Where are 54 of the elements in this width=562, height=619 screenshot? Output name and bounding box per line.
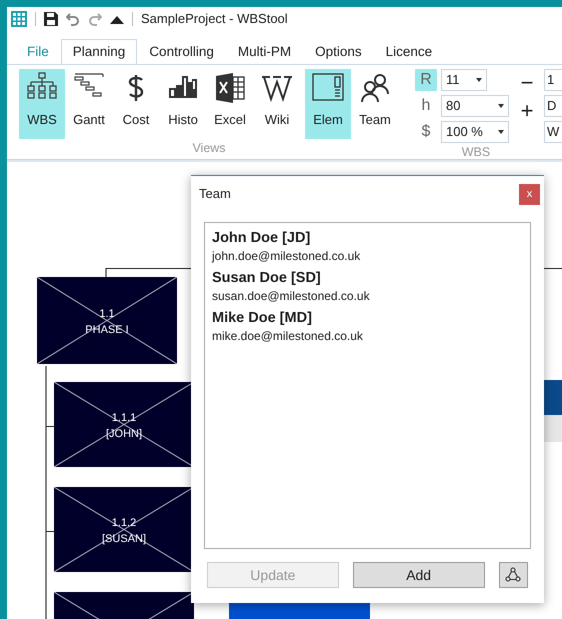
- view-button[interactable]: Histo: [160, 69, 206, 139]
- network-button[interactable]: [498, 562, 528, 588]
- view-button[interactable]: WBS: [19, 69, 65, 139]
- view-button[interactable]: Elem: [305, 69, 351, 139]
- ribbon-tab[interactable]: Controlling: [137, 38, 226, 64]
- undo-icon[interactable]: [66, 12, 80, 26]
- view-button[interactable]: Excel: [207, 69, 253, 139]
- row-label: $: [420, 122, 432, 142]
- window-title: SampleProject - WBStool: [141, 10, 288, 28]
- dropdown-field[interactable]: W: [544, 121, 562, 143]
- row-label: h: [420, 96, 432, 116]
- caret-icon: [498, 104, 504, 108]
- view-button[interactable]: Team: [352, 69, 398, 139]
- group-label: WBS: [460, 144, 492, 161]
- dropdown-field[interactable]: D: [544, 95, 562, 117]
- member-name: Mike Doe [MD]: [212, 309, 313, 327]
- member-list[interactable]: John Doe [JD] john.doe@milestoned.co.uk Susan Doe [SD] susan.doe@milestoned.co.uk Mike Doe [MD] mike.doe@milestoned.co.uk: [204, 222, 531, 549]
- dropdown-field[interactable]: 80: [441, 95, 509, 117]
- node-label: [JOHN]: [104, 427, 144, 442]
- ribbon-tab[interactable]: Options: [303, 38, 374, 64]
- dropdown-field[interactable]: 1: [544, 69, 562, 91]
- caret-icon: [476, 78, 482, 82]
- node-number: 1.1: [98, 306, 116, 322]
- group-label: Views: [191, 140, 227, 157]
- spreadsheet-icon: [214, 72, 246, 104]
- member-name: Susan Doe [SD]: [212, 269, 322, 287]
- dropdown-field[interactable]: 100 %: [441, 121, 509, 143]
- dialog-button[interactable]: Add: [352, 562, 485, 588]
- app-grid-icon: [11, 10, 27, 26]
- dialog-title: Team: [199, 185, 231, 203]
- stepper-button[interactable]: +: [517, 101, 537, 121]
- dropdown-field[interactable]: 11: [441, 69, 487, 91]
- member-email: mike.doe@milestoned.co.uk: [212, 328, 364, 345]
- node-number: 1.1.1: [110, 411, 138, 426]
- member-name: John Doe [JD]: [212, 229, 312, 247]
- ribbon-tab[interactable]: Multi-PM: [226, 38, 304, 64]
- row-label: R: [415, 69, 437, 91]
- view-button[interactable]: Cost: [113, 69, 159, 139]
- save-icon[interactable]: [44, 12, 58, 26]
- ribbon-tab[interactable]: File: [15, 38, 61, 64]
- view-button[interactable]: Wiki: [254, 69, 300, 139]
- caret-icon: [498, 130, 504, 134]
- ribbon-tab[interactable]: Licence: [374, 38, 444, 64]
- wbs-node[interactable]: 1.1.1 [JOHN]: [54, 382, 194, 467]
- member-email: susan.doe@milestoned.co.uk: [212, 288, 371, 305]
- stepper-button[interactable]: −: [517, 73, 537, 93]
- view-button[interactable]: Gantt: [66, 69, 112, 139]
- people-icon: [359, 72, 391, 104]
- network-icon: [505, 567, 522, 583]
- collapse-triangle-icon[interactable]: [110, 14, 124, 24]
- ribbon-tab[interactable]: Planning: [60, 38, 138, 64]
- close-button[interactable]: x: [519, 184, 540, 205]
- member-email: john.doe@milestoned.co.uk: [212, 248, 362, 265]
- node-number: 1.1.2: [110, 516, 138, 532]
